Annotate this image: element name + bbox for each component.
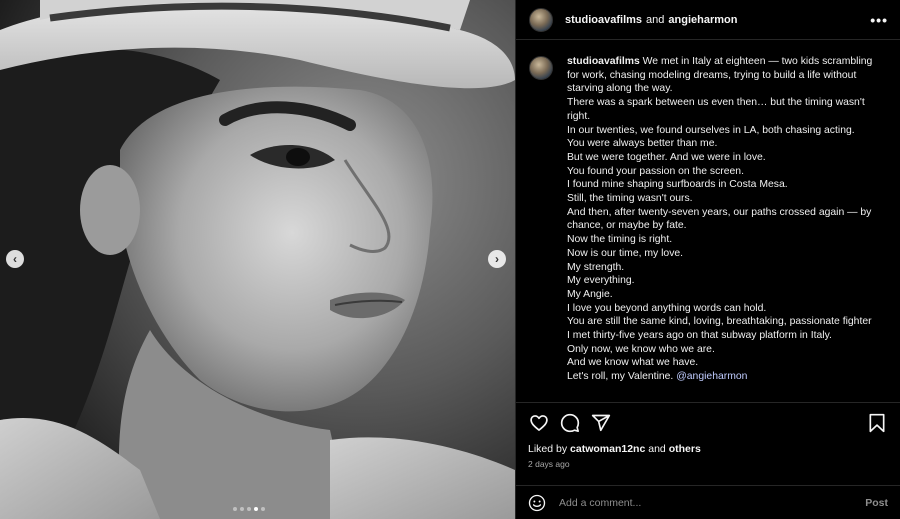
next-slide-button[interactable]: › <box>488 250 506 268</box>
carousel-dot <box>240 507 244 511</box>
caption-line: Now is our time, my love. <box>567 247 684 259</box>
caption-last-line: Let's roll, my Valentine. @angieharmon <box>567 370 877 384</box>
post-photo <box>0 0 515 519</box>
more-icon[interactable]: ••• <box>870 12 888 28</box>
header-conjunction: and <box>646 13 665 26</box>
caption-text: studioavafilms We met in Italy at eighte… <box>567 55 877 384</box>
caption-first-line: studioavafilms We met in Italy at eighte… <box>567 55 877 96</box>
caption-line: You were always better than me. <box>567 138 718 150</box>
carousel-dot <box>233 507 237 511</box>
caption-line: My everything. <box>567 275 635 287</box>
instagram-post: ‹ › studioavafilms and angieharmon ••• s… <box>0 0 900 519</box>
caption-line: In our twenties, we found ourselves in L… <box>567 124 855 136</box>
heart-icon[interactable] <box>528 412 550 434</box>
caption-line: There was a spark between us even then… … <box>567 97 865 122</box>
caption-line: But we were together. And we were in lov… <box>567 151 766 163</box>
caption-area: studioavafilms We met in Italy at eighte… <box>516 40 900 402</box>
previous-slide-button[interactable]: ‹ <box>6 250 24 268</box>
liked-by-user[interactable]: catwoman12nc <box>570 443 645 455</box>
post-media: ‹ › <box>0 0 515 519</box>
caption-line: I love you beyond anything words can hol… <box>567 302 767 314</box>
header-names: studioavafilms and angieharmon <box>565 14 737 26</box>
emoji-icon[interactable] <box>528 494 546 512</box>
caption-line: My Angie. <box>567 288 613 300</box>
bookmark-icon[interactable] <box>866 412 888 434</box>
caption-author-username[interactable]: studioavafilms <box>567 56 640 67</box>
author-username[interactable]: studioavafilms <box>565 14 642 26</box>
carousel-indicator <box>233 507 265 511</box>
mention-link[interactable]: @angieharmon <box>676 371 747 382</box>
likes-summary: Liked by catwoman12nc and others <box>516 443 900 455</box>
post-comment-button[interactable]: Post <box>865 497 888 509</box>
post-side-panel: studioavafilms and angieharmon ••• studi… <box>515 0 900 519</box>
caption-line: My strength. <box>567 261 625 273</box>
post-header: studioavafilms and angieharmon ••• <box>516 0 900 40</box>
carousel-dot <box>261 507 265 511</box>
comment-input[interactable] <box>559 496 866 509</box>
likes-conjunction: and <box>648 443 666 455</box>
likes-others-link[interactable]: others <box>669 443 701 455</box>
likes-prefix: Liked by <box>528 443 568 455</box>
comment-bar: Post <box>516 485 900 519</box>
comment-icon[interactable] <box>559 412 581 434</box>
caption-line: You are still the same kind, loving, bre… <box>567 316 872 342</box>
post-timestamp[interactable]: 2 days ago <box>516 455 900 469</box>
caption-line: Still, the timing wasn't ours. <box>567 193 693 205</box>
collaborator-username[interactable]: angieharmon <box>668 14 737 26</box>
caption-author-avatar[interactable] <box>529 56 553 80</box>
carousel-dot <box>247 507 251 511</box>
caption-line: And then, after twenty-seven years, our … <box>567 206 872 232</box>
author-avatar[interactable] <box>529 7 553 32</box>
share-icon[interactable] <box>590 412 612 434</box>
action-bar <box>516 402 900 442</box>
caption-line: I found mine shaping surfboards in Costa… <box>567 179 788 191</box>
carousel-dot-active <box>254 507 258 511</box>
caption-last-text: Let's roll, my Valentine. <box>567 371 674 383</box>
caption-line: You found your passion on the screen. <box>567 165 744 177</box>
caption-line: Now the timing is right. <box>567 234 673 246</box>
caption-line: And we know what we have. <box>567 357 699 369</box>
caption-line: Only now, we know who we are. <box>567 343 715 355</box>
